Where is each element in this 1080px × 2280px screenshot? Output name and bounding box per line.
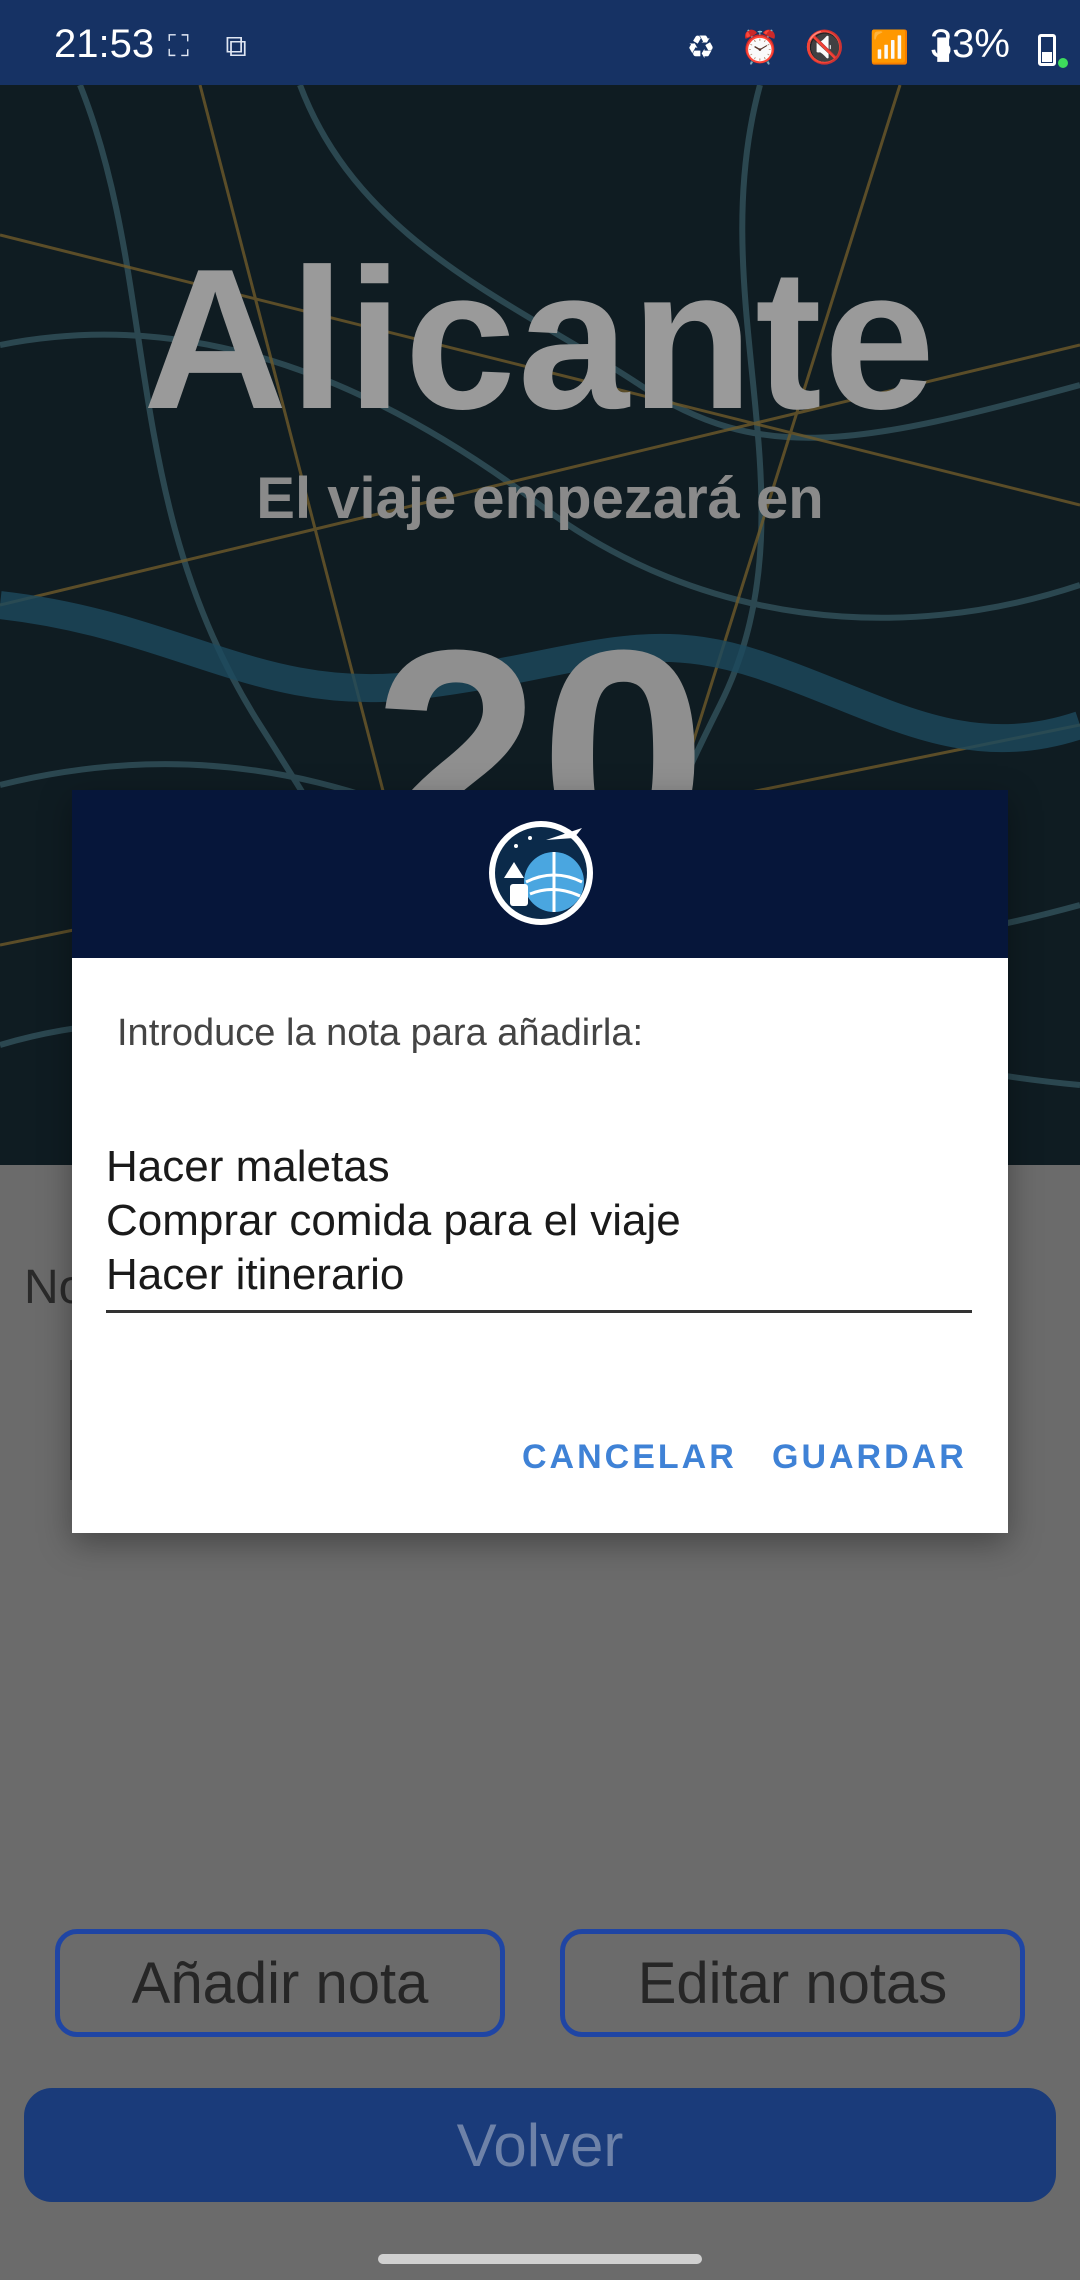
add-note-button[interactable]: Añadir nota [55, 1929, 505, 2037]
app-logo-icon [489, 821, 593, 925]
home-indicator[interactable] [378, 2254, 702, 2264]
dialog-header [72, 790, 1008, 958]
add-note-dialog: Introduce la nota para añadirla: Hacer m… [72, 790, 1008, 1533]
save-button[interactable]: GUARDAR [772, 1438, 967, 1477]
note-input-line: Hacer itinerario [106, 1250, 405, 1299]
city-title: Alicante [142, 228, 938, 451]
status-right-icons: ♻ ⏰ 🔇 📶 ▮ [686, 29, 960, 65]
privacy-dot-icon [1058, 58, 1068, 68]
status-bar: 21:53 ⛶ ⧉ ♻ ⏰ 🔇 📶 ▮ 33% [0, 0, 1080, 85]
countdown-subtitle: El viaje empezará en [256, 466, 824, 531]
note-input-line: Comprar comida para el viaje [106, 1196, 681, 1245]
battery-percent: 33% [929, 22, 1010, 66]
cancel-button[interactable]: CANCELAR [522, 1438, 737, 1477]
battery-icon [1038, 34, 1056, 66]
dialog-prompt: Introduce la nota para añadirla: [117, 1012, 644, 1054]
note-input-line: Hacer maletas [106, 1142, 390, 1191]
status-time: 21:53 [54, 22, 155, 66]
status-left-icons: ⛶ ⧉ [168, 30, 261, 63]
back-button[interactable]: Volver [24, 2088, 1056, 2202]
edit-notes-button[interactable]: Editar notas [560, 1929, 1025, 2037]
note-input-field[interactable]: Hacer maletas Comprar comida para el via… [106, 1140, 972, 1313]
